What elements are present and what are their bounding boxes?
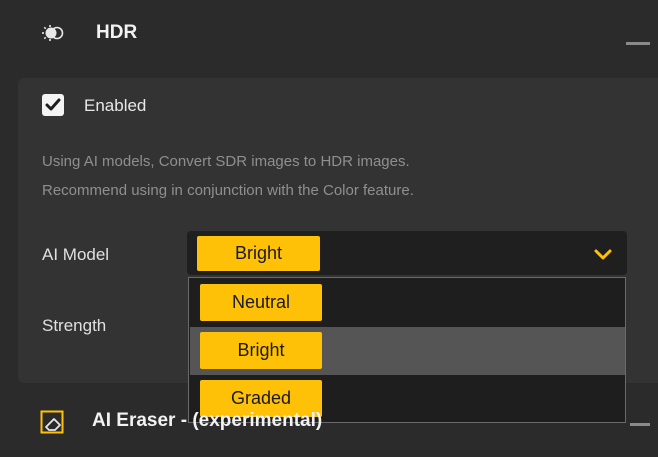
- ai-model-selected-value[interactable]: Bright: [197, 236, 320, 271]
- option-label: Bright: [200, 332, 322, 369]
- chevron-down-icon[interactable]: [592, 248, 614, 262]
- hdr-title: HDR: [96, 22, 138, 43]
- hdr-icon: [40, 24, 68, 42]
- ai-eraser-title: AI Eraser - (experimental): [92, 410, 323, 431]
- option-label: Neutral: [200, 284, 322, 321]
- eraser-collapse-button[interactable]: [630, 423, 650, 426]
- enabled-label: Enabled: [84, 96, 147, 115]
- dropdown-option-bright[interactable]: Bright: [190, 327, 625, 375]
- hdr-collapse-button[interactable]: [626, 42, 650, 45]
- enabled-checkbox[interactable]: [42, 94, 64, 116]
- description-line-2: Recommend using in conjunction with the …: [42, 182, 414, 199]
- ai-model-dropdown: Neutral Bright Graded: [188, 277, 626, 423]
- checkmark-icon: [45, 98, 61, 111]
- eraser-icon: [40, 410, 66, 436]
- dropdown-option-neutral[interactable]: Neutral: [190, 279, 625, 327]
- app-root: HDR Enabled Using AI models, Convert SDR…: [0, 0, 658, 457]
- strength-label: Strength: [42, 316, 107, 335]
- description-line-1: Using AI models, Convert SDR images to H…: [42, 153, 410, 170]
- ai-model-label: AI Model: [42, 245, 110, 264]
